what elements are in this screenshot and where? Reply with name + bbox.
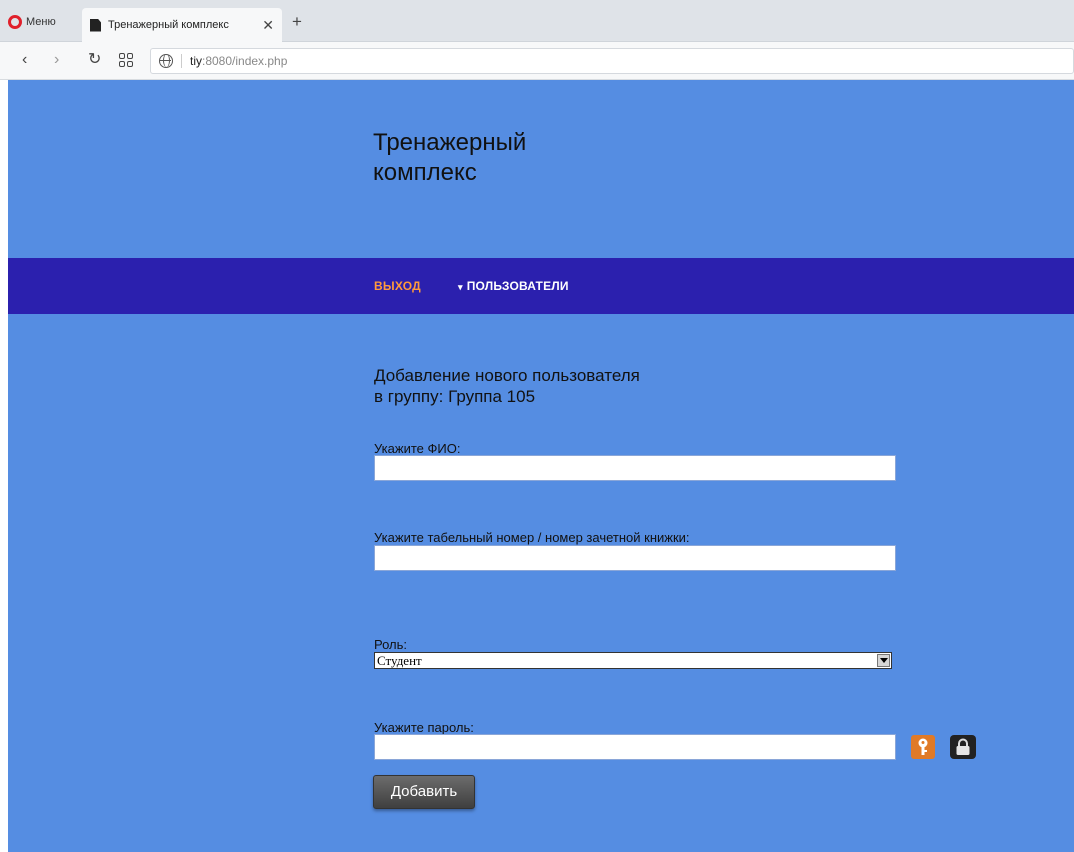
browser-address-bar: ‹ › ↻ tiy:8080/index.php (0, 42, 1074, 80)
form-heading: Добавление нового пользователя в группу:… (374, 365, 640, 407)
generate-password-button[interactable] (911, 735, 935, 759)
forward-icon[interactable]: › (54, 51, 59, 69)
browser-menu-label: Меню (26, 16, 56, 28)
new-tab-button[interactable]: + (292, 13, 302, 30)
add-button[interactable]: Добавить (373, 775, 475, 809)
page-icon (90, 18, 101, 32)
page-content: Тренажерный комплекс ВЫХОД ▾ ПОЛЬЗОВАТЕЛИ… (8, 80, 1074, 852)
key-icon (918, 738, 928, 755)
site-title: Тренажерный комплекс (373, 129, 527, 186)
tab-close-icon[interactable]: ✕ (262, 17, 274, 34)
reload-icon[interactable]: ↻ (88, 51, 101, 69)
form-heading-line1: Добавление нового пользователя (374, 366, 640, 385)
caret-down-icon: ▾ (458, 282, 463, 292)
tab-number-input[interactable] (374, 545, 896, 571)
role-select[interactable]: Студент (374, 652, 892, 669)
password-input[interactable] (374, 734, 896, 760)
select-arrow-icon[interactable] (877, 654, 890, 667)
show-password-button[interactable] (950, 735, 976, 759)
speed-dial-icon[interactable] (119, 53, 133, 67)
browser-tab[interactable]: Тренажерный комплекс ✕ (82, 8, 282, 42)
role-selected-value: Студент (377, 653, 422, 668)
form-heading-line2: в группу: Группа 105 (374, 387, 536, 406)
browser-menu-button[interactable]: Меню (8, 12, 56, 32)
url-path: :8080/index.php (202, 54, 288, 68)
fio-label: Укажите ФИО: (374, 441, 461, 456)
browser-tab-bar: Меню Тренажерный комплекс ✕ + (0, 0, 1074, 42)
back-icon[interactable]: ‹ (22, 51, 27, 69)
lock-icon (956, 738, 970, 755)
url-host: tiy (190, 54, 202, 68)
fio-input[interactable] (374, 455, 896, 481)
tab-number-label: Укажите табельный номер / номер зачетной… (374, 530, 690, 545)
nav-exit-link[interactable]: ВЫХОД (374, 279, 421, 293)
globe-icon (159, 54, 173, 68)
nav-users-label: ПОЛЬЗОВАТЕЛИ (466, 279, 569, 293)
main-navbar: ВЫХОД ▾ ПОЛЬЗОВАТЕЛИ (8, 258, 1074, 314)
role-label: Роль: (374, 637, 408, 652)
opera-logo-icon (8, 15, 22, 29)
password-label: Укажите пароль: (374, 720, 474, 735)
nav-users-link[interactable]: ▾ ПОЛЬЗОВАТЕЛИ (458, 279, 569, 293)
tab-title: Тренажерный комплекс (108, 19, 229, 31)
url-field[interactable]: tiy:8080/index.php (150, 48, 1074, 74)
url-separator (181, 54, 182, 68)
